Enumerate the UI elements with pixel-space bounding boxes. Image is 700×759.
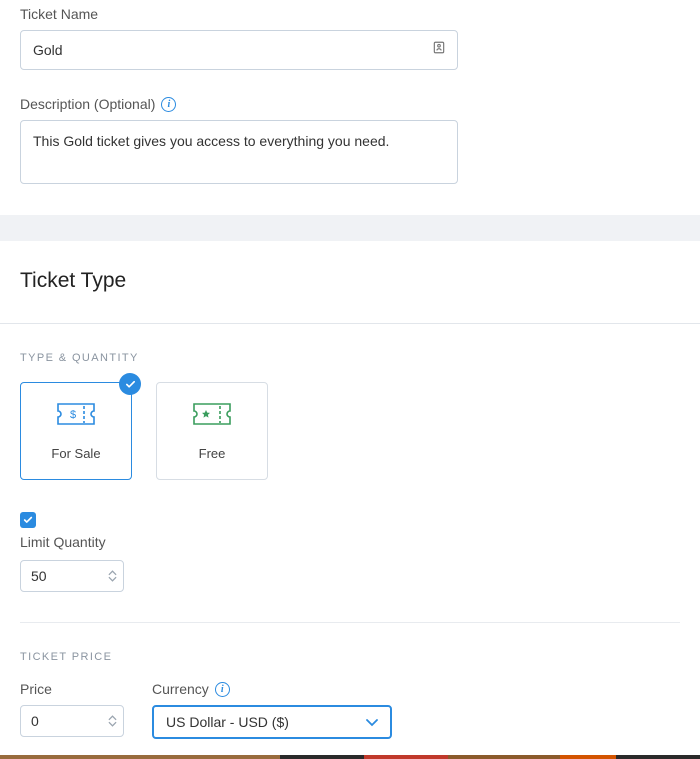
section-gap: [0, 215, 700, 241]
description-textarea[interactable]: This Gold ticket gives you access to eve…: [20, 120, 458, 184]
price-value: 0: [31, 713, 39, 729]
stepper-arrows-icon[interactable]: [108, 706, 117, 736]
chevron-down-icon: [366, 714, 378, 730]
type-card-free[interactable]: Free: [156, 382, 268, 480]
ticket-name-label: Ticket Name: [20, 6, 680, 22]
ticket-star-icon: [192, 401, 232, 432]
free-label: Free: [199, 446, 226, 461]
contact-card-icon: [432, 41, 446, 60]
section-title: Ticket Type: [0, 241, 700, 323]
limit-quantity-label: Limit Quantity: [20, 534, 680, 550]
info-icon[interactable]: i: [215, 682, 230, 697]
currency-label: Currency i: [152, 681, 392, 697]
type-quantity-header: TYPE & QUANTITY: [0, 324, 700, 382]
info-icon[interactable]: i: [161, 97, 176, 112]
ticket-dollar-icon: $: [56, 401, 96, 432]
limit-quantity-stepper[interactable]: 50: [20, 560, 124, 592]
price-stepper[interactable]: 0: [20, 705, 124, 737]
check-badge-icon: [119, 373, 141, 395]
limit-quantity-checkbox[interactable]: [20, 512, 36, 528]
currency-value: US Dollar - USD ($): [166, 714, 289, 730]
ticket-name-input[interactable]: [20, 30, 458, 70]
type-card-for-sale[interactable]: $ For Sale: [20, 382, 132, 480]
ticket-price-header: TICKET PRICE: [0, 623, 700, 681]
for-sale-label: For Sale: [51, 446, 100, 461]
stepper-arrows-icon[interactable]: [108, 561, 117, 591]
svg-text:$: $: [70, 409, 76, 421]
currency-select[interactable]: US Dollar - USD ($): [152, 705, 392, 739]
bottom-strip: [0, 755, 700, 759]
price-label: Price: [20, 681, 124, 697]
limit-quantity-value: 50: [31, 568, 47, 584]
description-label: Description (Optional) i: [20, 96, 680, 112]
